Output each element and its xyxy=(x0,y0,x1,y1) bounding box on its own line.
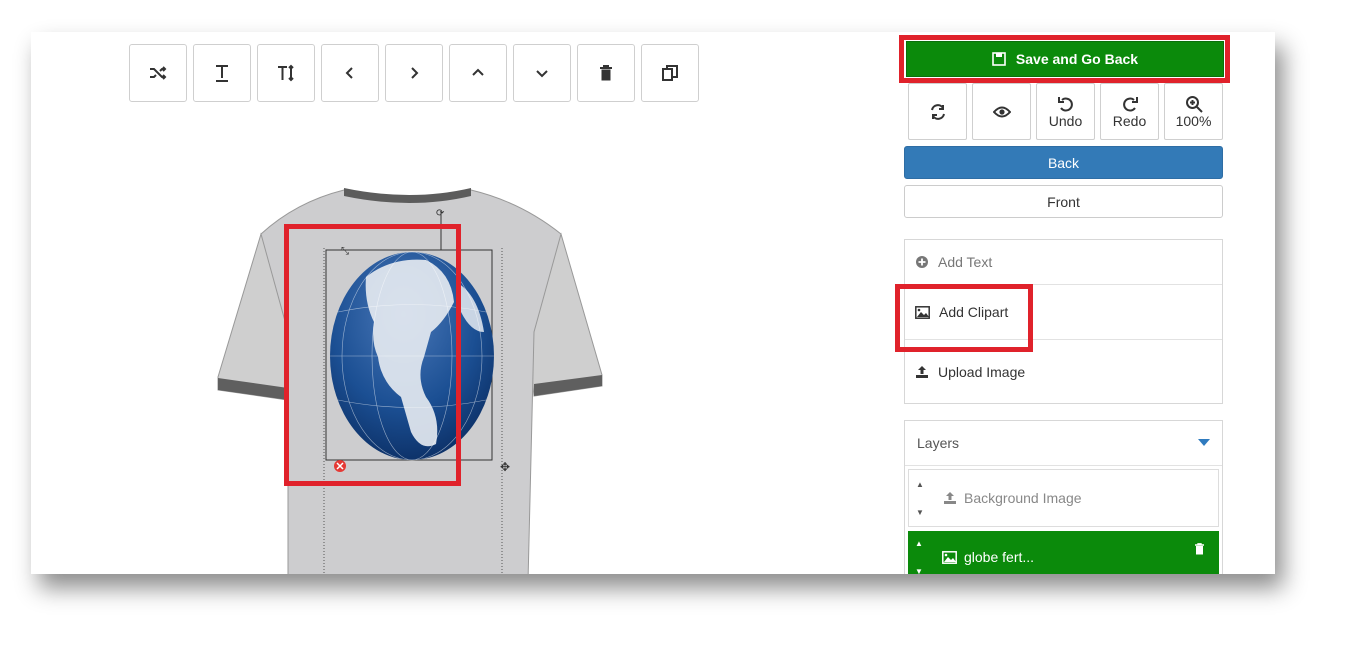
layer-label: globe fert... xyxy=(964,549,1035,565)
move-up-button[interactable] xyxy=(449,44,507,102)
refresh-icon xyxy=(930,103,945,120)
save-and-go-back-button[interactable]: Save and Go Back xyxy=(906,41,1224,77)
text-height-button[interactable] xyxy=(257,44,315,102)
upload-icon xyxy=(944,492,956,504)
reset-button[interactable] xyxy=(908,83,967,140)
layers-title: Layers xyxy=(917,435,960,451)
layers-panel: Layers ▲ ▼ Background Image ▲ ▼ globe fe… xyxy=(904,420,1223,574)
copy-icon xyxy=(662,65,678,81)
layer-move-up-icon[interactable]: ▲ xyxy=(916,480,924,489)
chevron-up-icon xyxy=(472,68,484,76)
zoom-level: 100% xyxy=(1175,112,1212,129)
undo-icon xyxy=(1057,96,1073,112)
chevron-right-icon xyxy=(411,67,419,79)
trash-icon[interactable] xyxy=(1194,543,1205,555)
back-view-button[interactable]: Back xyxy=(904,146,1223,179)
layer-item[interactable]: ▲ ▼ Background Image xyxy=(908,469,1219,527)
layers-header[interactable]: Layers xyxy=(905,421,1222,466)
chevron-down-icon xyxy=(536,70,548,78)
redo-button[interactable]: Redo xyxy=(1100,83,1159,140)
zoom-in-icon xyxy=(1185,95,1203,113)
text-style-button[interactable] xyxy=(193,44,251,102)
shuffle-button[interactable] xyxy=(129,44,187,102)
eye-icon xyxy=(992,106,1011,117)
image-icon xyxy=(942,550,957,564)
floppy-disk-icon xyxy=(992,52,1006,66)
redo-icon xyxy=(1122,96,1138,112)
layer-move-up-icon[interactable]: ▲ xyxy=(915,539,923,548)
caret-down-icon xyxy=(1198,439,1210,446)
move-down-button[interactable] xyxy=(513,44,571,102)
undo-label: Undo xyxy=(1048,112,1083,129)
add-text-item[interactable]: Add Text xyxy=(905,240,1222,285)
move-right-button[interactable] xyxy=(385,44,443,102)
upload-image-label: Upload Image xyxy=(938,364,1026,380)
plus-circle-icon xyxy=(916,256,928,268)
layer-move-down-icon[interactable]: ▼ xyxy=(915,567,923,574)
move-left-button[interactable] xyxy=(321,44,379,102)
shuffle-icon xyxy=(150,66,167,80)
design-canvas[interactable]: ⤡ ⟳ ✥ xyxy=(216,182,606,574)
duplicate-button[interactable] xyxy=(641,44,699,102)
zoom-button[interactable]: 100% xyxy=(1164,83,1223,140)
text-style-icon xyxy=(216,65,228,82)
layer-move-down-icon[interactable]: ▼ xyxy=(916,508,924,517)
svg-text:⟳: ⟳ xyxy=(436,208,445,219)
add-text-label: Add Text xyxy=(938,254,993,270)
layer-label: Background Image xyxy=(964,490,1082,506)
upload-icon xyxy=(916,366,928,378)
preview-button[interactable] xyxy=(972,83,1031,140)
svg-text:✥: ✥ xyxy=(500,460,510,474)
design-editor: ⤡ ⟳ ✥ Save and Go Back Undo Redo 100% Ba… xyxy=(31,32,1275,574)
save-label: Save and Go Back xyxy=(1015,51,1139,67)
design-highlight-box xyxy=(284,224,461,486)
chevron-left-icon xyxy=(345,67,353,79)
undo-button[interactable]: Undo xyxy=(1036,83,1095,140)
redo-label: Redo xyxy=(1112,112,1147,129)
text-height-icon xyxy=(278,64,294,82)
layer-item-active[interactable]: ▲ ▼ globe fert... xyxy=(908,531,1219,574)
front-label: Front xyxy=(1047,193,1080,210)
trash-icon xyxy=(600,65,612,81)
back-label: Back xyxy=(1047,154,1080,171)
front-view-button[interactable]: Front xyxy=(904,185,1223,218)
clipart-highlight-box xyxy=(895,284,1033,352)
delete-button[interactable] xyxy=(577,44,635,102)
